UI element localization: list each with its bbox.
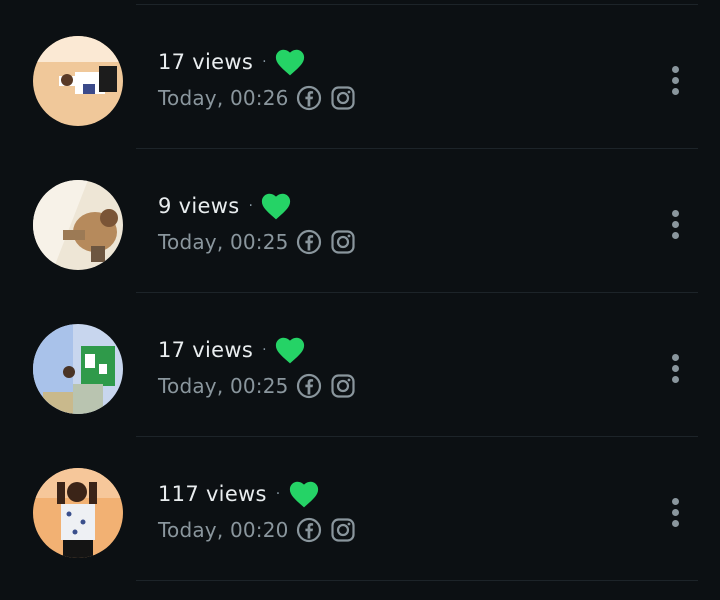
avatar-image	[33, 36, 123, 126]
facebook-icon	[296, 229, 322, 255]
avatar[interactable]	[33, 36, 123, 126]
more-vertical-icon[interactable]	[662, 348, 688, 388]
instagram-icon	[330, 517, 356, 543]
heart-icon	[275, 337, 305, 364]
divider	[136, 580, 698, 581]
avatar-image	[33, 468, 123, 558]
more-vertical-icon[interactable]	[662, 60, 688, 100]
status-row[interactable]: 17 views · Today, 00:25	[0, 292, 720, 436]
instagram-icon	[330, 85, 356, 111]
avatar[interactable]	[33, 468, 123, 558]
view-count: 17 views	[158, 50, 254, 74]
avatar[interactable]	[33, 324, 123, 414]
separator: ·	[262, 342, 267, 358]
separator: ·	[248, 198, 254, 214]
status-row[interactable]: 17 views · Today, 00:26	[0, 4, 720, 148]
instagram-icon	[330, 229, 356, 255]
separator: ·	[262, 54, 267, 70]
facebook-icon	[296, 85, 322, 111]
heart-icon	[289, 481, 319, 508]
status-meta: 117 views · Today, 00:20	[158, 476, 364, 548]
instagram-icon	[330, 373, 356, 399]
facebook-icon	[296, 373, 322, 399]
status-time: Today, 00:25	[158, 374, 289, 398]
heart-icon	[275, 49, 305, 76]
avatar[interactable]	[33, 180, 123, 270]
status-time: Today, 00:25	[158, 230, 289, 254]
status-list: 17 views · Today, 00:26 9 views · Today,…	[0, 0, 720, 600]
facebook-icon	[296, 517, 322, 543]
status-row[interactable]: 9 views · Today, 00:25	[0, 148, 720, 292]
avatar-image	[33, 180, 123, 270]
more-vertical-icon[interactable]	[662, 204, 688, 244]
view-count: 117 views	[158, 482, 267, 506]
status-row[interactable]: 117 views · Today, 00:20	[0, 436, 720, 580]
heart-icon	[261, 193, 291, 220]
view-count: 17 views	[158, 338, 254, 362]
separator: ·	[275, 486, 281, 502]
view-count: 9 views	[158, 194, 240, 218]
status-meta: 17 views · Today, 00:25	[158, 332, 364, 404]
more-vertical-icon[interactable]	[662, 492, 688, 532]
status-meta: 17 views · Today, 00:26	[158, 44, 364, 116]
status-time: Today, 00:20	[158, 518, 289, 542]
status-time: Today, 00:26	[158, 86, 289, 110]
avatar-image	[33, 324, 123, 414]
status-meta: 9 views · Today, 00:25	[158, 188, 364, 260]
